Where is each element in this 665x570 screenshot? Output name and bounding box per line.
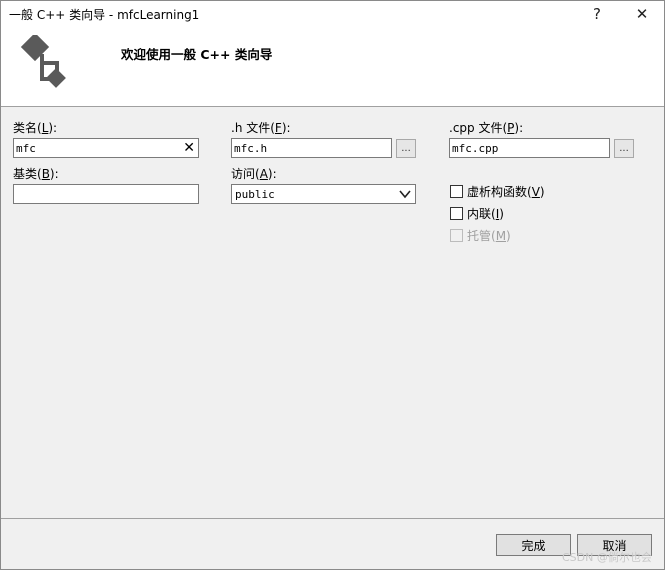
close-button[interactable]: ✕ xyxy=(620,1,664,27)
cpp-file-browse-button[interactable]: ... xyxy=(614,139,634,158)
watermark-text: CSDN @倘尔也会 xyxy=(562,551,652,564)
h-file-input[interactable]: mfc.h xyxy=(231,138,392,158)
window-title: 一般 C++ 类向导 - mfcLearning1 xyxy=(9,8,200,22)
finish-button[interactable]: 完成 xyxy=(496,534,571,556)
inline-label: 内联(I) xyxy=(467,207,504,221)
base-class-label: 基类(B): xyxy=(13,167,59,181)
class-name-label: 类名(L): xyxy=(13,121,58,135)
managed-checkbox xyxy=(450,229,463,242)
chevron-down-icon xyxy=(399,190,411,199)
clear-icon[interactable]: ✕ xyxy=(183,140,195,156)
title-bar: 一般 C++ 类向导 - mfcLearning1 ? ✕ xyxy=(1,1,664,27)
help-button[interactable]: ? xyxy=(575,1,619,27)
access-select[interactable]: public xyxy=(231,184,416,204)
virtual-destructor-option[interactable]: 虚析构函数(V) xyxy=(450,183,545,200)
base-class-input[interactable] xyxy=(13,184,199,204)
access-label: 访问(A): xyxy=(231,167,277,181)
virtual-destructor-label: 虚析构函数(V) xyxy=(467,185,545,199)
virtual-destructor-checkbox[interactable] xyxy=(450,185,463,198)
h-file-browse-button[interactable]: ... xyxy=(396,139,416,158)
welcome-heading: 欢迎使用一般 C++ 类向导 xyxy=(121,47,273,62)
class-wizard-logo-icon xyxy=(20,35,66,88)
managed-option: 托管(M) xyxy=(450,227,511,244)
cpp-file-input[interactable]: mfc.cpp xyxy=(449,138,610,158)
wizard-window: 一般 C++ 类向导 - mfcLearning1 ? ✕ 欢迎使用一般 C++… xyxy=(0,0,665,570)
footer-divider xyxy=(1,518,664,519)
managed-label: 托管(M) xyxy=(467,229,511,243)
access-selected-value: public xyxy=(235,188,275,201)
wizard-header: 欢迎使用一般 C++ 类向导 xyxy=(1,27,664,107)
inline-checkbox[interactable] xyxy=(450,207,463,220)
cpp-file-label: .cpp 文件(P): xyxy=(449,121,524,135)
h-file-label: .h 文件(F): xyxy=(231,121,291,135)
class-name-input[interactable]: mfc ✕ xyxy=(13,138,199,158)
inline-option[interactable]: 内联(I) xyxy=(450,205,504,222)
